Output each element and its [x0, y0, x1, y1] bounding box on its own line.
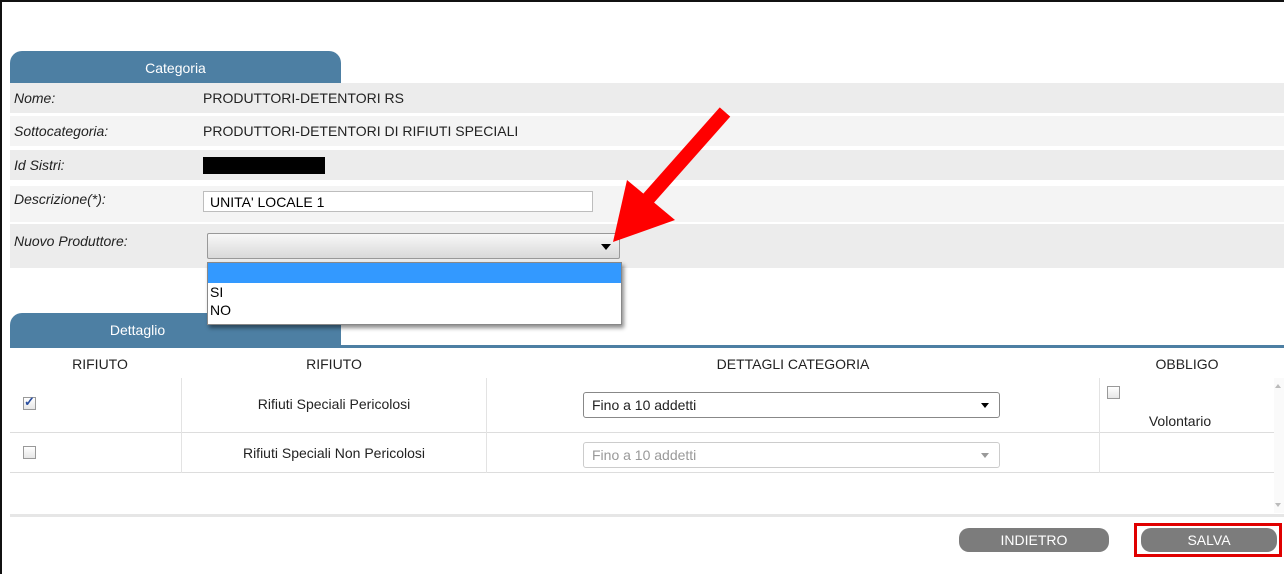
dropdown-option-empty[interactable] — [208, 263, 621, 283]
col-header-dettagli: DETTAGLI CATEGORIA — [716, 356, 870, 372]
dropdown-option-si[interactable]: SI — [208, 283, 621, 301]
descrizione-input[interactable] — [203, 191, 593, 212]
nuovo-produttore-label: Nuovo Produttore: — [14, 233, 128, 249]
nome-label: Nome: — [14, 90, 56, 106]
row2-checkbox[interactable] — [23, 446, 36, 459]
chevron-down-icon — [981, 403, 989, 408]
row1-dettagli-select[interactable]: Fino a 10 addetti — [583, 392, 1000, 418]
tab-categoria: Categoria — [10, 51, 341, 83]
table-scrollbar[interactable] — [1274, 378, 1284, 513]
dropdown-option-no[interactable]: NO — [208, 301, 621, 319]
scroll-down-icon[interactable] — [1275, 503, 1281, 507]
redacted-id-sistri — [203, 157, 325, 174]
indietro-button[interactable]: INDIETRO — [959, 528, 1109, 552]
row1-obbligo-checkbox[interactable] — [1107, 386, 1120, 399]
row1-dettagli-value: Fino a 10 addetti — [592, 397, 697, 413]
scroll-up-icon[interactable] — [1275, 384, 1281, 388]
red-arrow-icon — [613, 107, 731, 242]
salva-highlight-box — [1134, 523, 1282, 557]
row1-rifiuto: Rifiuti Speciali Pericolosi — [257, 396, 411, 412]
sottocategoria-value: PRODUTTORI-DETENTORI DI RIFIUTI SPECIALI — [203, 123, 519, 139]
nuovo-produttore-select[interactable] — [207, 233, 620, 259]
row2-rifiuto: Rifiuti Speciali Non Pericolosi — [242, 445, 426, 461]
col-header-rifiuto-check: RIFIUTO — [72, 356, 128, 372]
table-bottom-divider — [10, 514, 1284, 517]
row1-obbligo-label: Volontario — [1148, 413, 1212, 429]
col-divider — [1099, 378, 1100, 473]
col-header-rifiuto: RIFIUTO — [306, 356, 362, 372]
sottocategoria-label: Sottocategoria: — [14, 123, 109, 139]
nome-value: PRODUTTORI-DETENTORI RS — [203, 90, 404, 106]
row1-checkbox[interactable] — [23, 394, 36, 410]
col-divider — [181, 378, 182, 473]
col-header-obbligo: OBBLIGO — [1155, 356, 1219, 372]
row2-dettagli-select: Fino a 10 addetti — [583, 442, 1000, 468]
col-divider — [486, 378, 487, 473]
chevron-down-icon — [981, 453, 989, 458]
row2-dettagli-value: Fino a 10 addetti — [592, 447, 697, 463]
tab-categoria-label: Categoria — [145, 60, 206, 76]
id-sistri-label: Id Sistri: — [14, 157, 65, 173]
nuovo-produttore-dropdown-list: SI NO — [207, 262, 622, 325]
tab-dettaglio-label: Dettaglio — [109, 322, 166, 338]
descrizione-label: Descrizione(*): — [14, 191, 106, 207]
